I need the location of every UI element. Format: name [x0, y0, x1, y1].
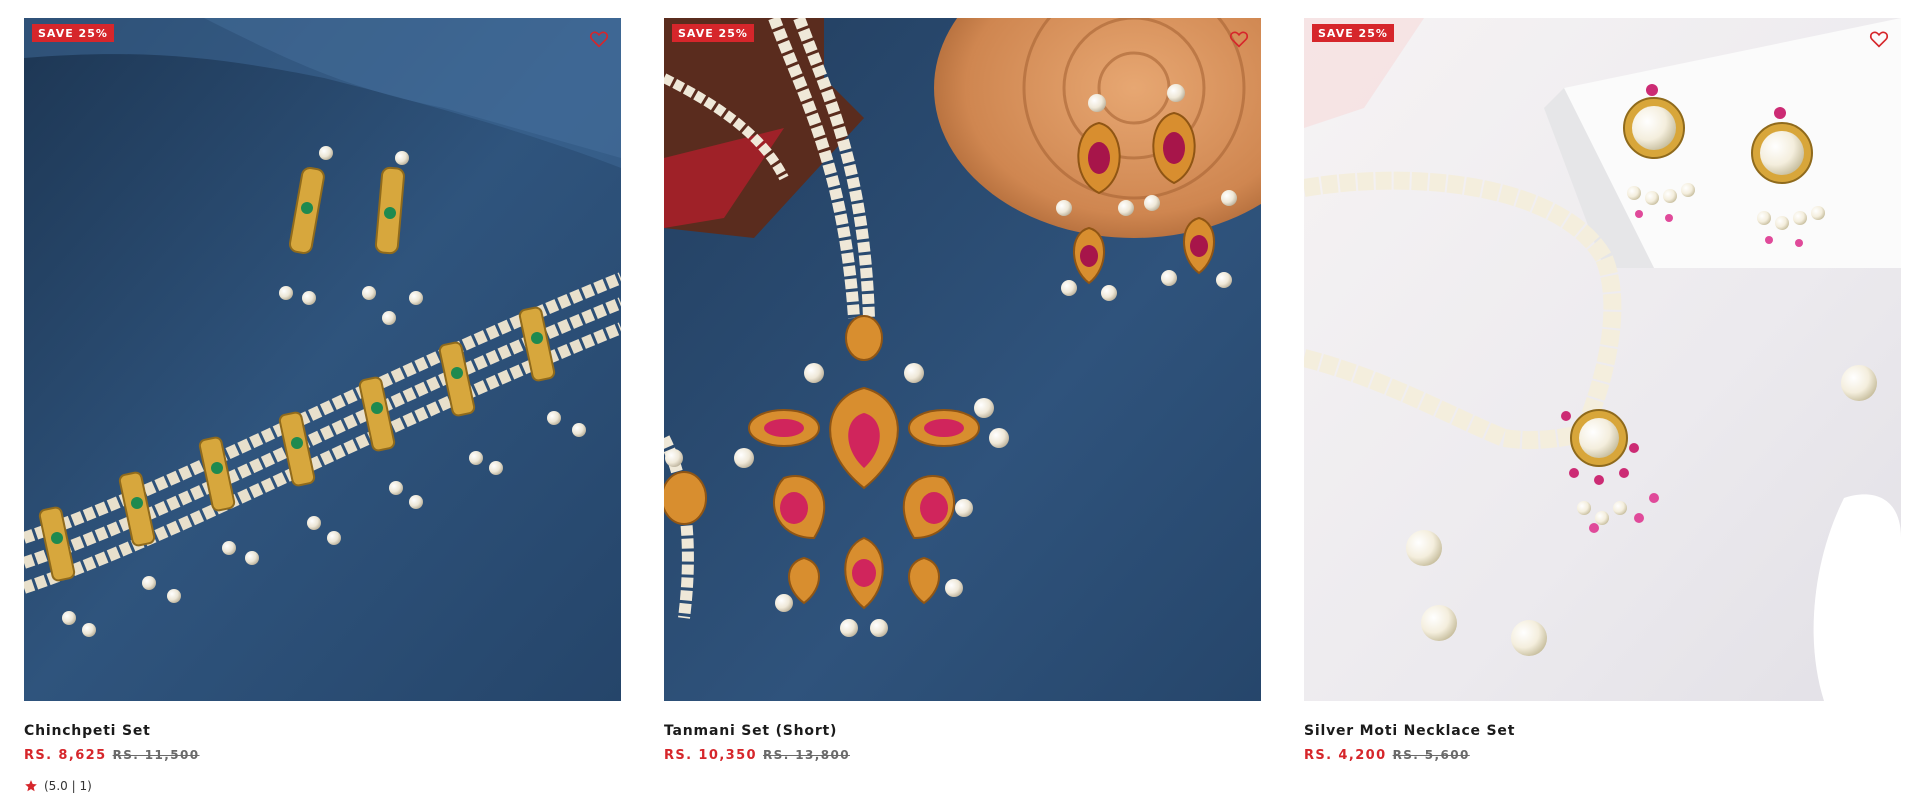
product-image[interactable]: SAVE 25%	[664, 18, 1261, 701]
sale-price: RS. 8,625	[24, 748, 107, 763]
product-grid: SAVE 25% Chinchpeti Set RS. 8,625 RS. 11,…	[24, 18, 1901, 793]
original-price: RS. 5,600	[1392, 748, 1470, 762]
discount-badge: SAVE 25%	[1312, 24, 1394, 42]
product-title[interactable]: Tanmani Set (Short)	[664, 723, 1261, 739]
star-icon	[25, 780, 37, 792]
product-image[interactable]: SAVE 25%	[1304, 18, 1901, 701]
original-price: RS. 13,800	[763, 748, 850, 762]
product-card[interactable]: SAVE 25% Silver Moti Necklace Set RS. 4,…	[1304, 18, 1901, 793]
rating-text: (5.0 | 1)	[44, 779, 92, 793]
product-photo-chinchpeti[interactable]	[24, 18, 621, 701]
sale-price: RS. 10,350	[664, 748, 758, 763]
rating: (5.0 | 1)	[24, 779, 621, 793]
price-row: RS. 8,625 RS. 11,500	[24, 748, 621, 763]
product-title[interactable]: Silver Moti Necklace Set	[1304, 723, 1901, 739]
price-row: RS. 10,350 RS. 13,800	[664, 748, 1261, 763]
price-row: RS. 4,200 RS. 5,600	[1304, 748, 1901, 763]
heart-outline-icon[interactable]	[1229, 30, 1249, 48]
product-photo-silver-moti[interactable]	[1304, 18, 1901, 701]
discount-badge: SAVE 25%	[672, 24, 754, 42]
heart-outline-icon[interactable]	[1869, 30, 1889, 48]
product-image[interactable]: SAVE 25%	[24, 18, 621, 701]
product-title[interactable]: Chinchpeti Set	[24, 723, 621, 739]
heart-outline-icon[interactable]	[589, 30, 609, 48]
product-card[interactable]: SAVE 25% Tanmani Set (Short) RS. 10,350 R…	[664, 18, 1261, 793]
sale-price: RS. 4,200	[1304, 748, 1387, 763]
product-photo-tanmani[interactable]	[664, 18, 1261, 701]
original-price: RS. 11,500	[112, 748, 200, 762]
product-card[interactable]: SAVE 25% Chinchpeti Set RS. 8,625 RS. 11,…	[24, 18, 621, 793]
discount-badge: SAVE 25%	[32, 24, 114, 42]
